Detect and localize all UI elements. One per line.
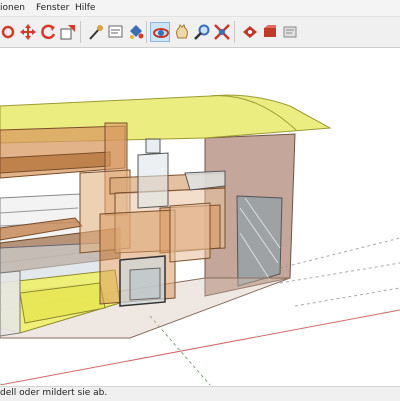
menu-item-fenster[interactable]: Fenster xyxy=(36,3,69,13)
tall-glass-box xyxy=(137,152,169,209)
scale-icon[interactable] xyxy=(58,22,78,42)
components-icon[interactable] xyxy=(260,22,280,42)
tape-measure-icon[interactable] xyxy=(86,22,106,42)
toolbar-separator xyxy=(146,21,147,43)
sink xyxy=(184,170,226,191)
toolbar xyxy=(0,17,400,48)
pan-hand-icon[interactable] xyxy=(172,22,192,42)
status-text: dell oder mildert sie ab. xyxy=(0,388,108,398)
model-canvas xyxy=(0,94,400,386)
rotate-icon[interactable] xyxy=(38,22,58,42)
front-box xyxy=(0,270,21,337)
move-icon[interactable] xyxy=(18,22,38,42)
menu-bar: ionen Fenster Hilfe xyxy=(0,0,400,17)
text-tool-icon[interactable] xyxy=(106,22,126,42)
zoom-icon[interactable] xyxy=(192,22,212,42)
status-bar: dell oder mildert sie ab. xyxy=(0,386,400,401)
menu-item-hilfe[interactable]: Hilfe xyxy=(75,3,95,13)
side-cabinet xyxy=(169,202,211,263)
ground-dashed-line xyxy=(279,237,400,269)
zoom-extents-icon[interactable] xyxy=(212,22,232,42)
tall-glass-box-top xyxy=(145,138,161,154)
toolbar-separator xyxy=(80,21,81,43)
circle-tool-icon[interactable] xyxy=(0,22,20,42)
ground-dashed-line xyxy=(279,262,400,284)
toolbar-separator xyxy=(234,21,235,43)
orbit-icon[interactable] xyxy=(150,22,170,42)
model-viewport[interactable] xyxy=(0,48,400,386)
center-glass-cube-inner xyxy=(129,267,161,301)
extension-icon[interactable] xyxy=(280,22,300,42)
menu-item-optionen[interactable]: ionen xyxy=(0,3,25,13)
paint-bucket-icon[interactable] xyxy=(126,22,146,42)
ground-dashed-line xyxy=(294,287,400,307)
warehouse-icon[interactable] xyxy=(240,22,260,42)
